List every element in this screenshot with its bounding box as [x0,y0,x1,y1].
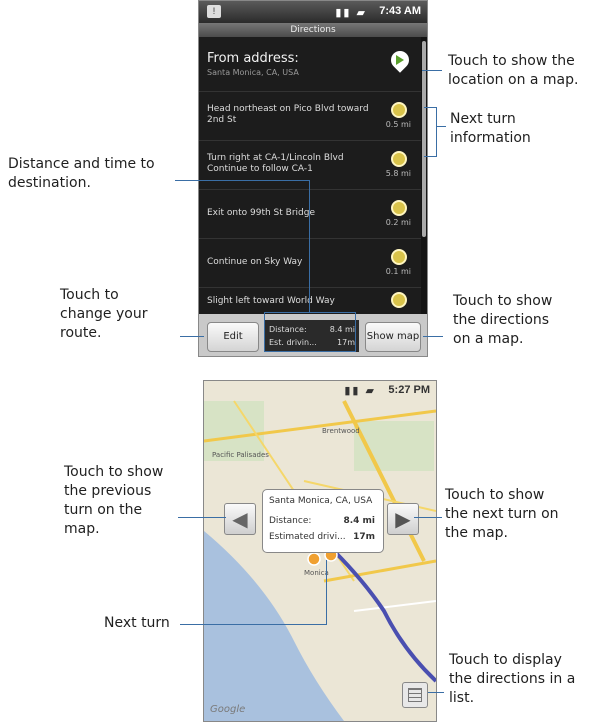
turn-pin-icon[interactable] [391,200,407,216]
status-bar: ▮▮ ▰ 5:27 PM [204,381,436,399]
step-distance: 0.5 mi [385,120,411,129]
callout-next-turn-map: Touch to show the next turn on the map. [445,487,559,541]
info-location: Santa Monica, CA, USA [269,496,373,506]
distance-value: 8.4 mi [329,325,355,334]
callout-line [175,180,309,181]
info-distance-label: Distance: [269,516,312,526]
callout-line [436,126,446,127]
callout-line [264,312,265,352]
step-distance: 0.2 mi [385,218,411,227]
status-bar: ! ▮▮ ▰ 7:43 AM [199,1,427,23]
step-text: Continue on Sky Way [207,257,303,267]
previous-turn-button[interactable]: ◀ [224,503,256,535]
turn-info-popup[interactable]: Santa Monica, CA, USA Distance: 8.4 mi E… [262,489,384,553]
info-time-value: 17m [353,532,375,542]
step-text: Slight left toward World Way [207,296,335,306]
signal-icons: ▮▮ ▰ [344,385,376,397]
callout-line [422,70,442,71]
step-text: Turn right at CA-1/Lincoln Blvd Continue… [207,153,344,174]
step-text: Exit onto 99th St Bridge [207,208,315,218]
callout-line [180,624,326,625]
google-logo: Google [210,704,246,715]
direction-step[interactable]: Exit onto 99th St Bridge 0.2 mi [199,190,421,239]
direction-step[interactable]: Slight left toward World Way [199,288,421,315]
callout-line [326,560,327,625]
callout-line [264,312,356,313]
status-time: 5:27 PM [388,384,430,396]
turn-pin-icon[interactable] [391,102,407,118]
map-pin-icon[interactable] [387,47,413,73]
map-label: Pacific Palisades [212,451,269,459]
arrow-left-icon: ◀ [232,507,248,531]
callout-line [423,336,443,337]
arrow-right-icon: ▶ [395,507,411,531]
turn-pin-icon[interactable] [391,292,407,308]
callout-line [424,156,436,157]
callout-line [436,107,437,157]
time-label: Est. drivin... [269,338,317,347]
callout-previous-turn: Touch to show the previous turn on the m… [64,464,164,537]
direction-step[interactable]: Head northeast on Pico Blvd toward 2nd S… [199,92,421,141]
callout-show-location: Touch to show the location on a map. [448,53,579,88]
callout-line [414,517,442,518]
callout-line [355,312,356,352]
edit-button[interactable]: Edit [207,322,259,352]
signal-icons: ▮▮ ▰ [335,7,367,19]
step-distance: 5.8 mi [385,169,411,178]
from-address-label: From address: [207,51,299,66]
time-value: 17m [337,338,355,347]
direction-step[interactable]: Turn right at CA-1/Lincoln Blvd Continue… [199,141,421,190]
bottom-bar: Edit Distance: 8.4 mi Est. drivin... 17m… [199,314,427,356]
from-address-row[interactable]: From address: Santa Monica, CA, USA [199,37,421,92]
step-distance: 0.1 mi [385,267,411,276]
callout-distance-time: Distance and time to destination. [8,156,155,191]
map-screen: ▮▮ ▰ 5:27 PM Pacific Palisades Brentwood… [203,380,437,722]
callout-show-directions-map: Touch to show the directions on a map. [453,293,553,347]
callout-line [428,692,444,693]
map-label: Brentwood [322,427,360,435]
callout-change-route: Touch to change your route. [60,287,148,341]
directions-list-button[interactable] [402,682,428,708]
directions-screen: ! ▮▮ ▰ 7:43 AM Directions From address: … [198,0,428,357]
from-address-value: Santa Monica, CA, USA [207,68,299,77]
info-distance-value: 8.4 mi [343,516,375,526]
route-summary: Distance: 8.4 mi Est. drivin... 17m [265,320,359,352]
callout-next-turn-info: Next turn information [450,111,531,146]
status-time: 7:43 AM [379,5,421,17]
callout-line [180,336,204,337]
callout-line [178,517,226,518]
step-text: Head northeast on Pico Blvd toward 2nd S… [207,104,369,125]
direction-step[interactable]: Continue on Sky Way 0.1 mi [199,239,421,288]
start-pin-icon[interactable] [307,552,321,566]
page-title: Directions [199,23,427,37]
callout-next-turn: Next turn [104,615,170,631]
turn-pin-icon[interactable] [391,151,407,167]
show-map-button[interactable]: Show map [365,322,421,352]
distance-label: Distance: [269,325,307,334]
callout-line [309,180,310,312]
turn-pin-icon[interactable] [391,249,407,265]
next-turn-button[interactable]: ▶ [387,503,419,535]
info-time-label: Estimated drivi... [269,532,346,542]
callout-line [424,107,436,108]
callout-display-list: Touch to display the directions in a lis… [449,652,576,706]
callout-line [264,351,356,352]
warning-icon: ! [207,5,221,18]
